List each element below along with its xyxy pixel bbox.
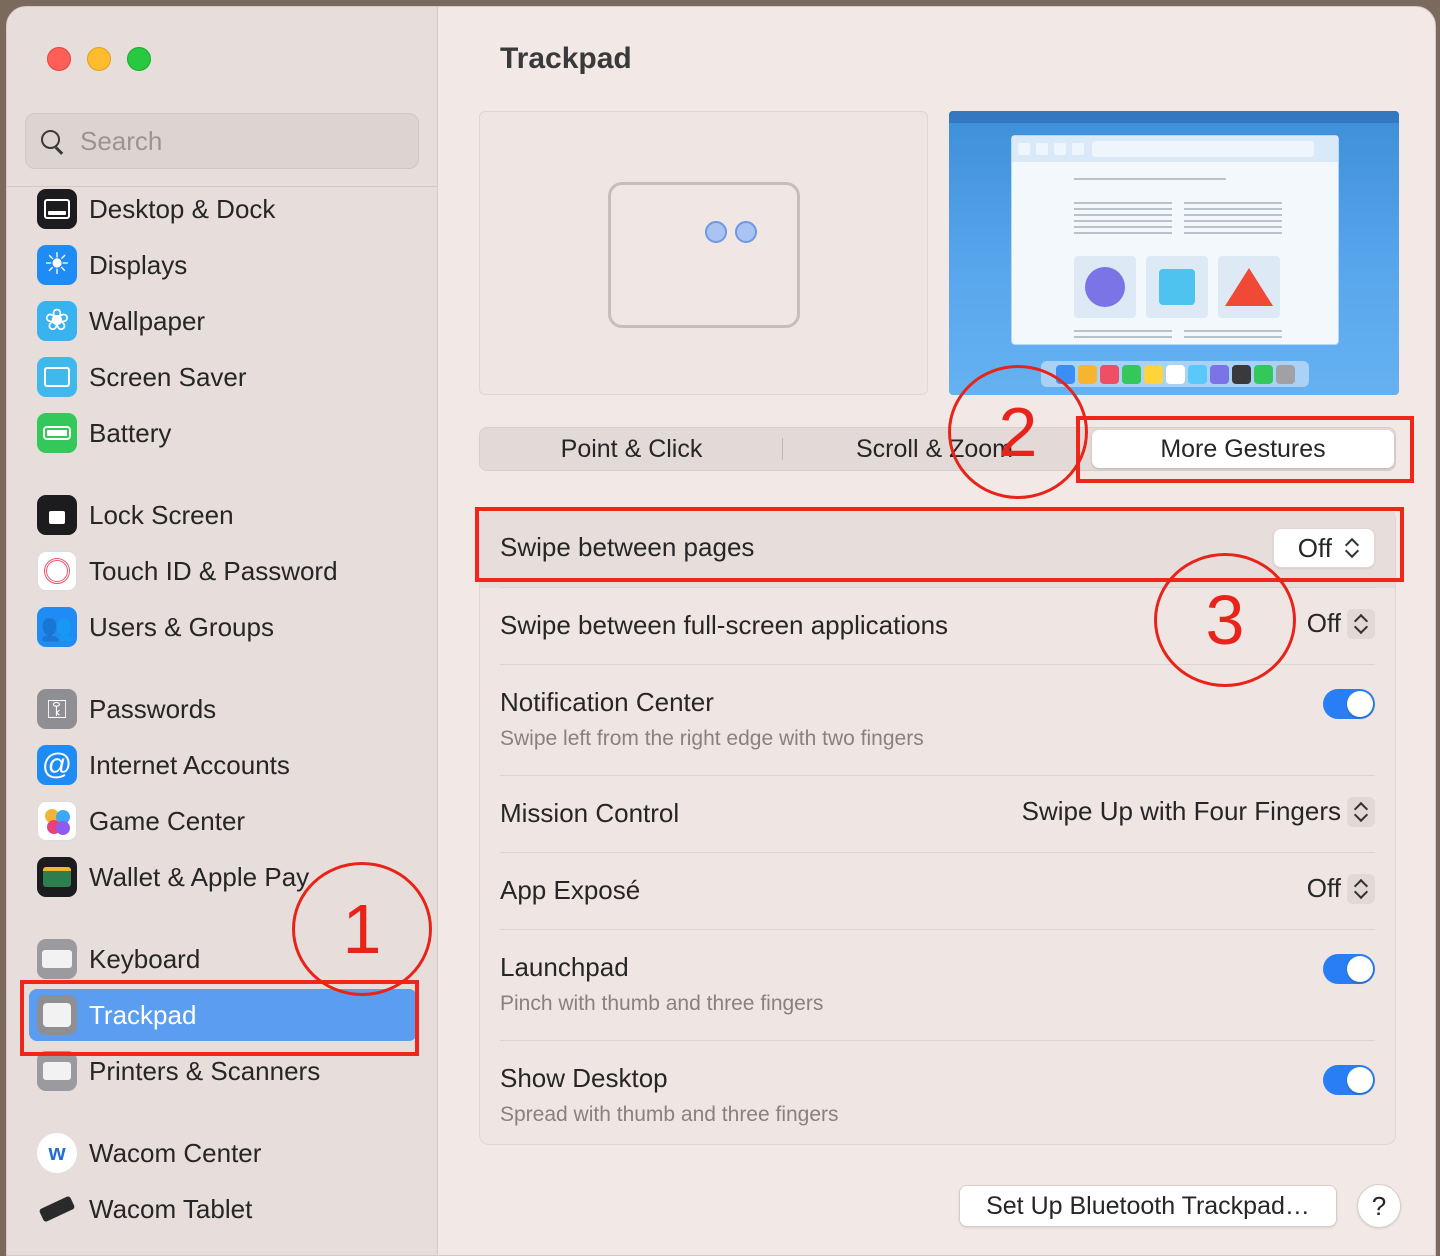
keyboard-icon: [37, 939, 77, 979]
sidebar-item-label: Wallpaper: [89, 305, 206, 336]
finger-dot: [705, 221, 727, 243]
sidebar-item-label: Users & Groups: [89, 611, 274, 642]
sidebar-item-battery[interactable]: Battery: [29, 407, 417, 459]
lock-screen-icon: [37, 495, 77, 535]
setting-title: Show Desktop: [500, 1063, 668, 1093]
sidebar-item-label: Lock Screen: [89, 499, 234, 530]
sidebar-item-label: Battery: [89, 417, 172, 448]
sidebar-item-label: Desktop & Dock: [89, 193, 276, 224]
chevron-updown-icon: [1347, 796, 1375, 827]
search-icon: [38, 127, 66, 155]
setting-launchpad: Launchpad Pinch with thumb and three fin…: [500, 930, 1375, 1041]
setting-title: Swipe between full-screen applications: [500, 610, 949, 640]
sidebar-item-label: Displays: [89, 249, 188, 280]
swipe-fullscreen-popup[interactable]: Off: [1307, 608, 1375, 639]
sidebar-item-label: Internet Accounts: [89, 749, 290, 780]
sidebar-item-label: Wallet & Apple Pay: [89, 861, 310, 892]
sidebar-item-users-groups[interactable]: 👥 Users & Groups: [29, 601, 417, 653]
wacom-tablet-icon: [37, 1189, 77, 1229]
game-center-icon: [37, 801, 77, 841]
setting-title: Notification Center: [500, 687, 714, 717]
page-title: Trackpad: [500, 42, 632, 75]
window-controls: [47, 47, 151, 71]
popup-value: Swipe Up with Four Fingers: [1021, 796, 1341, 826]
setting-subtitle: Swipe left from the right edge with two …: [500, 727, 924, 750]
users-groups-icon: 👥: [37, 607, 77, 647]
popup-value: Off: [1306, 873, 1341, 903]
sidebar-item-wacom-tablet[interactable]: Wacom Tablet: [29, 1183, 417, 1235]
sidebar-item-wallpaper[interactable]: ❀ Wallpaper: [29, 295, 417, 347]
sidebar-item-label: Game Center: [89, 805, 246, 836]
sidebar-item-label: Wacom Tablet: [89, 1193, 253, 1224]
app-expose-popup[interactable]: Off: [1307, 873, 1375, 904]
sidebar-item-label: Passwords: [89, 693, 217, 724]
sidebar-item-passwords[interactable]: ⚿ Passwords: [29, 683, 417, 735]
annotation-circle-3: 3: [1154, 553, 1296, 687]
wacom-center-icon: w: [37, 1133, 77, 1173]
wallpaper-icon: ❀: [37, 301, 77, 341]
sidebar-item-internet-accounts[interactable]: @ Internet Accounts: [29, 739, 417, 791]
mission-control-popup[interactable]: Swipe Up with Four Fingers: [1022, 796, 1375, 827]
sidebar-item-label: Keyboard: [89, 943, 201, 974]
preview-dock: [1041, 361, 1309, 387]
chevron-updown-icon: [1347, 608, 1375, 639]
sidebar-item-touch-id[interactable]: Touch ID & Password: [29, 545, 417, 597]
touch-id-icon: [37, 551, 77, 591]
sidebar-item-desktop-dock[interactable]: Desktop & Dock: [29, 183, 417, 235]
search-field[interactable]: Search: [25, 113, 419, 169]
chevron-updown-icon: [1347, 873, 1375, 904]
sidebar-item-lock-screen[interactable]: Lock Screen: [29, 489, 417, 541]
sidebar-item-displays[interactable]: ☀ Displays: [29, 239, 417, 291]
gesture-illustration: [479, 111, 928, 395]
screen-saver-icon: [37, 357, 77, 397]
battery-icon: [37, 413, 77, 453]
passwords-icon: ⚿: [37, 689, 77, 729]
sidebar: Search Desktop & Dock ☀ Displays ❀ Wallp…: [7, 7, 438, 1255]
show-desktop-toggle[interactable]: [1323, 1065, 1375, 1095]
sidebar-item-label: Printers & Scanners: [89, 1055, 321, 1086]
sidebar-item-game-center[interactable]: Game Center: [29, 795, 417, 847]
desktop-dock-icon: [37, 189, 77, 229]
trackpad-illustration: [608, 182, 800, 328]
setup-bluetooth-trackpad-button[interactable]: Set Up Bluetooth Trackpad…: [959, 1185, 1337, 1227]
annotation-circle-1: 1: [292, 862, 432, 996]
setting-subtitle: Pinch with thumb and three fingers: [500, 992, 824, 1015]
annotation-circle-2: 2: [948, 365, 1088, 499]
circle-shape: [1074, 256, 1136, 318]
popup-value: Off: [1306, 608, 1341, 638]
help-button[interactable]: ?: [1357, 1184, 1401, 1228]
gesture-preview: [949, 111, 1399, 395]
square-shape: [1146, 256, 1208, 318]
setting-show-desktop: Show Desktop Spread with thumb and three…: [500, 1041, 1375, 1145]
zoom-button[interactable]: [127, 47, 151, 71]
preview-menubar: [949, 111, 1399, 123]
setting-title: App Exposé: [500, 875, 641, 905]
setting-app-expose: App Exposé Off: [500, 853, 1375, 930]
preview-window: [1011, 135, 1339, 345]
sidebar-item-label: Touch ID & Password: [89, 555, 338, 586]
setting-mission-control: Mission Control Swipe Up with Four Finge…: [500, 776, 1375, 853]
launchpad-toggle[interactable]: [1323, 954, 1375, 984]
annotation-box-more-gestures: [1076, 416, 1414, 483]
triangle-shape: [1218, 256, 1280, 318]
sidebar-item-label: Wacom Center: [89, 1137, 262, 1168]
wallet-icon: [37, 857, 77, 897]
tab-point-click[interactable]: Point & Click: [480, 428, 783, 470]
setting-subtitle: Spread with thumb and three fingers: [500, 1103, 839, 1126]
search-placeholder: Search: [80, 125, 163, 156]
sidebar-item-screen-saver[interactable]: Screen Saver: [29, 351, 417, 403]
displays-icon: ☀: [37, 245, 77, 285]
sidebar-item-label: Screen Saver: [89, 361, 247, 392]
setting-title: Mission Control: [500, 798, 680, 828]
sidebar-item-wacom-center[interactable]: w Wacom Center: [29, 1127, 417, 1179]
finger-dot: [735, 221, 757, 243]
setting-title: Launchpad: [500, 952, 629, 982]
internet-accounts-icon: @: [37, 745, 77, 785]
printers-icon: [37, 1051, 77, 1091]
close-button[interactable]: [47, 47, 71, 71]
minimize-button[interactable]: [87, 47, 111, 71]
notification-center-toggle[interactable]: [1323, 689, 1375, 719]
